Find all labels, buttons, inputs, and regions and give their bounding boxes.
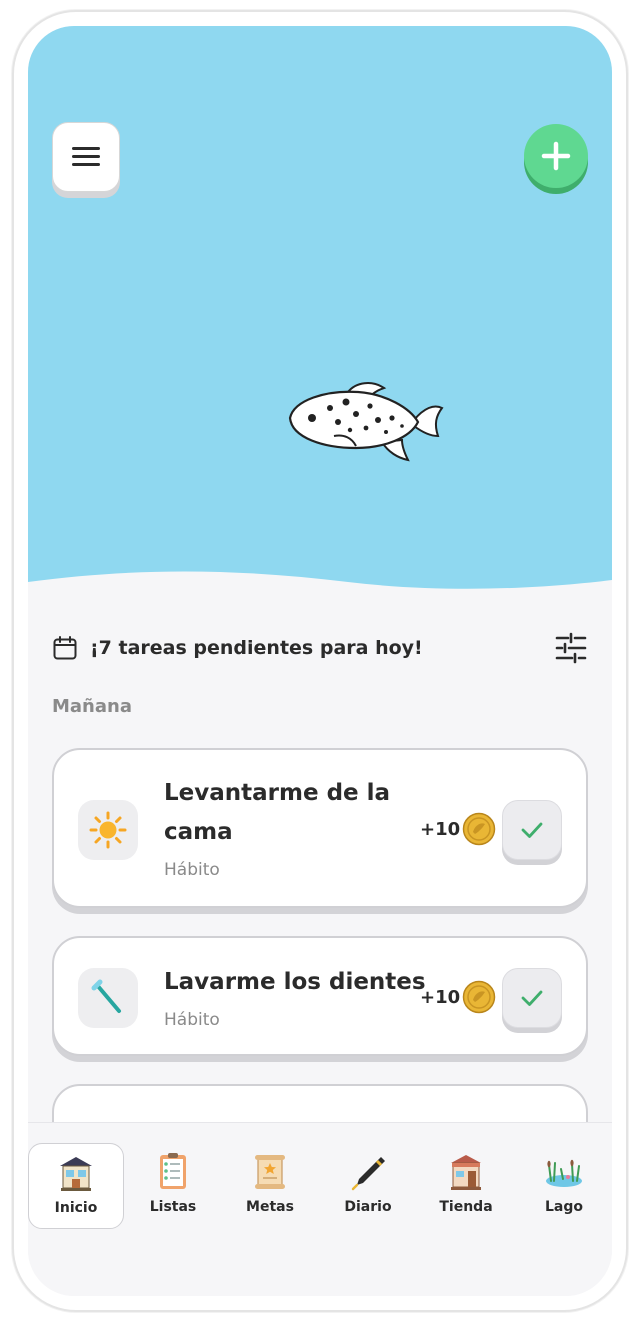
check-icon — [521, 822, 543, 838]
reward-amount: +10 — [420, 818, 461, 840]
toothbrush-icon — [91, 979, 121, 1013]
task-type: Hábito — [164, 860, 220, 880]
nav-label: Tienda — [439, 1199, 493, 1215]
check-icon — [521, 990, 543, 1006]
nav-label: Inicio — [54, 1200, 98, 1216]
lake-icon — [546, 1159, 582, 1187]
nav-item-diario[interactable]: Diario — [320, 1143, 416, 1229]
menu-button[interactable] — [52, 122, 120, 192]
task-title: Levantarme de la cama — [164, 774, 424, 852]
task-title-line: cama — [164, 819, 233, 845]
sliders-icon[interactable] — [554, 631, 588, 665]
pond-scene — [28, 26, 612, 626]
hamburger-menu-icon — [72, 147, 100, 167]
coin-icon — [462, 980, 496, 1014]
scroll-icon — [255, 1155, 285, 1189]
calendar-icon — [53, 636, 77, 660]
shop-icon — [451, 1155, 481, 1190]
checklist-icon — [160, 1153, 186, 1189]
add-task-button[interactable] — [524, 124, 588, 188]
nav-label: Lago — [544, 1199, 583, 1215]
task-reward: +10 — [420, 980, 496, 1014]
reward-amount: +10 — [420, 986, 461, 1008]
nav-item-lago[interactable]: Lago — [516, 1143, 612, 1229]
section-morning-label: Mañana — [52, 696, 132, 717]
pending-summary: ¡7 tareas pendientes para hoy! — [52, 630, 588, 666]
pending-tasks-text: ¡7 tareas pendientes para hoy! — [90, 637, 423, 659]
complete-task-button[interactable] — [502, 800, 562, 860]
task-icon-box — [78, 800, 138, 860]
task-title-line: Levantarme de la — [164, 780, 391, 806]
nav-item-inicio[interactable]: Inicio — [28, 1143, 124, 1229]
app-screen: ¡7 tareas pendientes para hoy! Mañana Le… — [28, 26, 612, 1296]
task-icon-box — [78, 968, 138, 1028]
water-wave — [28, 571, 612, 636]
pen-icon — [351, 1157, 385, 1191]
nav-item-tienda[interactable]: Tienda — [418, 1143, 514, 1229]
task-type: Hábito — [164, 1010, 220, 1030]
nav-label: Metas — [246, 1199, 294, 1215]
complete-task-button[interactable] — [502, 968, 562, 1028]
house-icon — [60, 1157, 92, 1191]
plus-icon — [541, 141, 571, 171]
task-card[interactable]: Lavarme los dientes Hábito +10 — [52, 936, 588, 1056]
task-title: Lavarme los dientes — [164, 963, 464, 1002]
nav-label: Listas — [149, 1199, 197, 1215]
task-title-line: Lavarme los dientes — [164, 969, 426, 995]
task-reward: +10 — [420, 812, 496, 846]
nav-item-metas[interactable]: Metas — [222, 1143, 318, 1229]
task-card[interactable]: Levantarme de la cama Hábito +10 — [52, 748, 588, 908]
sun-icon — [89, 811, 127, 849]
koi-fish-icon[interactable] — [286, 378, 448, 464]
bottom-nav: Inicio Listas Metas Diario Tienda Lago — [28, 1122, 612, 1296]
nav-label: Diario — [344, 1199, 392, 1215]
nav-item-listas[interactable]: Listas — [125, 1143, 221, 1229]
coin-icon — [462, 812, 496, 846]
